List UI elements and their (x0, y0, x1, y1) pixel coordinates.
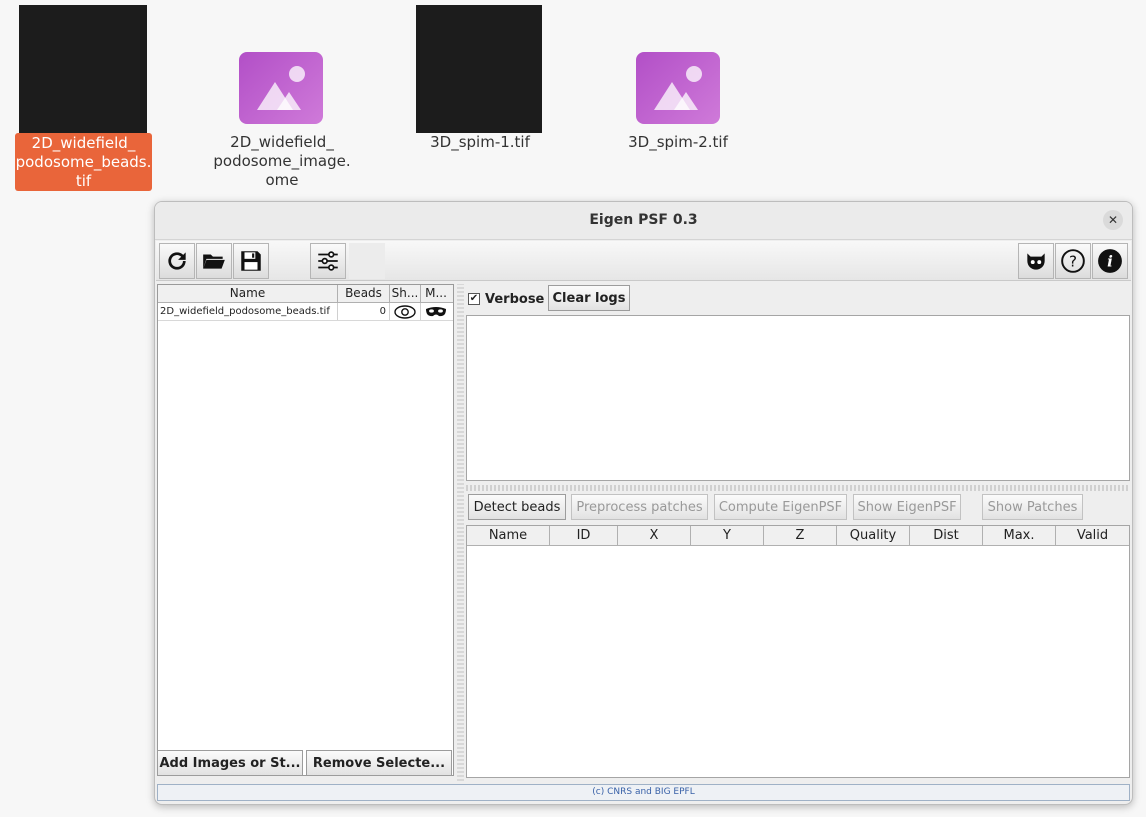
col-valid[interactable]: Valid (1056, 526, 1129, 545)
close-icon[interactable]: ✕ (1103, 210, 1123, 230)
images-table[interactable]: Name Beads Sh... M... 2D_widefield_podos… (157, 284, 454, 776)
col-z[interactable]: Z (764, 526, 837, 545)
refresh-icon (168, 252, 186, 270)
verbose-label: Verbose (485, 291, 545, 307)
help-icon: ? (1061, 249, 1085, 273)
show-patches-button[interactable]: Show Patches (982, 494, 1083, 520)
mask-icon[interactable] (421, 303, 451, 320)
detect-beads-button[interactable]: Detect beads (468, 494, 566, 520)
image-file-icon[interactable] (239, 52, 323, 124)
svg-text:i: i (1107, 252, 1113, 270)
clear-logs-button[interactable]: Clear logs (548, 285, 630, 311)
refresh-button[interactable] (159, 243, 195, 279)
col-quality[interactable]: Quality (837, 526, 910, 545)
col-mask[interactable]: M... (421, 285, 451, 302)
beads-table[interactable]: Name ID X Y Z Quality Dist Max. Valid (466, 525, 1130, 778)
col-bead-name[interactable]: Name (467, 526, 550, 545)
col-show[interactable]: Sh... (390, 285, 421, 302)
remove-selected-button[interactable]: Remove Selecte... (306, 750, 452, 776)
beads-count-cell: 0 (338, 303, 390, 320)
images-table-header: Name Beads Sh... M... (158, 285, 453, 303)
save-icon (241, 251, 261, 271)
github-icon (1027, 253, 1045, 270)
github-button[interactable] (1018, 243, 1054, 279)
image-name-cell: 2D_widefield_podosome_beads.tif (158, 303, 338, 320)
horizontal-splitter[interactable] (466, 485, 1130, 491)
svg-text:?: ? (1069, 252, 1077, 270)
add-images-button[interactable]: Add Images or St... (157, 750, 303, 776)
log-area[interactable] (466, 315, 1130, 481)
file-thumbnail-spim1[interactable] (416, 5, 542, 133)
col-y[interactable]: Y (691, 526, 764, 545)
show-eigenpsf-button[interactable]: Show EigenPSF (853, 494, 961, 520)
file-label-spim1[interactable]: 3D_spim-1.tif (410, 133, 550, 152)
preprocess-patches-button[interactable]: Preprocess patches (571, 494, 708, 520)
settings-button[interactable] (310, 243, 346, 279)
col-max[interactable]: Max. (983, 526, 1056, 545)
settings-sliders-icon (318, 251, 338, 271)
file-label-image-ome[interactable]: 2D_widefield_ podosome_image. ome (210, 133, 354, 190)
footer-credit: (c) CNRS and BIG EPFL (157, 784, 1130, 801)
col-id[interactable]: ID (550, 526, 618, 545)
info-icon: i (1098, 249, 1122, 273)
file-label-beads[interactable]: 2D_widefield_ podosome_beads. tif (15, 133, 152, 191)
file-thumbnail-beads[interactable] (19, 5, 147, 133)
verbose-checkbox[interactable]: ✔ Verbose (468, 286, 544, 312)
help-button[interactable]: ? (1055, 243, 1091, 279)
verbose-check-mark[interactable]: ✔ (468, 293, 480, 305)
title-bar[interactable]: Eigen PSF 0.3 ✕ (155, 202, 1132, 240)
col-x[interactable]: X (618, 526, 691, 545)
vertical-splitter[interactable] (457, 284, 464, 781)
image-file-icon[interactable] (636, 52, 720, 124)
eigen-psf-window: Eigen PSF 0.3 ✕ ? i Name Beads Sh... M..… (154, 201, 1133, 805)
file-label-spim2[interactable]: 3D_spim-2.tif (608, 133, 748, 152)
toolbar: ? i (156, 241, 1131, 281)
eye-icon[interactable] (390, 303, 421, 320)
col-name[interactable]: Name (158, 285, 338, 302)
save-button[interactable] (233, 243, 269, 279)
beads-table-header: Name ID X Y Z Quality Dist Max. Valid (467, 526, 1129, 546)
col-dist[interactable]: Dist (910, 526, 983, 545)
compute-eigenpsf-button[interactable]: Compute EigenPSF (714, 494, 847, 520)
toolbar-spacer (349, 243, 385, 279)
folder-icon (203, 254, 225, 269)
open-folder-button[interactable] (196, 243, 232, 279)
window-title: Eigen PSF 0.3 (589, 212, 698, 228)
table-row[interactable]: 2D_widefield_podosome_beads.tif 0 (158, 303, 453, 321)
col-beads[interactable]: Beads (338, 285, 390, 302)
info-button[interactable]: i (1092, 243, 1128, 279)
